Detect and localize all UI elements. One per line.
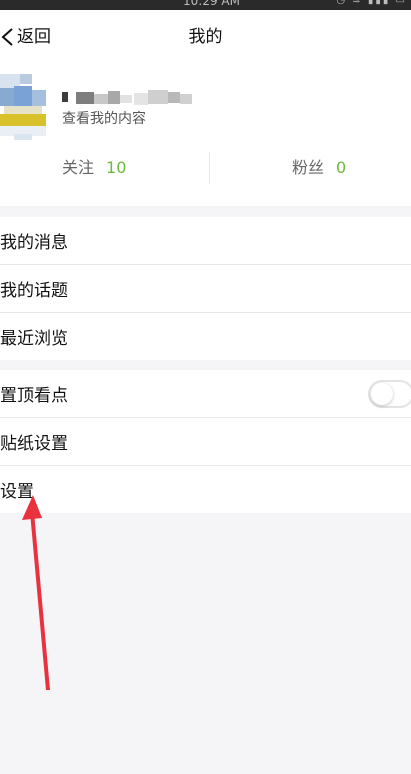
nav-bar: 返回 我的 <box>0 10 411 64</box>
wifi-icon: ≋ <box>352 0 363 6</box>
alarm-icon: ◔ <box>336 0 348 6</box>
status-bar: 10:29 AM ◔ ≋ ▮▮▮ ▭ <box>0 0 411 10</box>
follow-stat[interactable]: 关注 10 <box>62 158 126 178</box>
toggle-knob <box>371 383 393 405</box>
follow-label: 关注 <box>62 158 95 177</box>
pin-highlights-toggle[interactable] <box>368 380 411 408</box>
status-icons: ◔ ≋ ▮▮▮ ▭ <box>336 0 407 6</box>
menu-item-pin-highlights[interactable]: 置顶看点 <box>0 370 411 418</box>
avatar[interactable] <box>0 74 46 140</box>
profile-card[interactable]: 查看我的内容 关注 10 粉丝 0 <box>0 64 411 206</box>
menu-item-label: 设置 <box>0 482 34 502</box>
fans-stat[interactable]: 粉丝 0 <box>292 158 346 178</box>
battery-icon: ▭ <box>395 0 407 6</box>
menu-item-topics[interactable]: 我的话题 <box>0 265 411 313</box>
menu-item-sticker-settings[interactable]: 贴纸设置 <box>0 418 411 466</box>
username-redacted <box>62 90 192 105</box>
fans-count: 0 <box>336 158 347 177</box>
profile-subtitle: 查看我的内容 <box>62 111 146 127</box>
menu-item-label: 置顶看点 <box>0 386 68 406</box>
menu-item-messages[interactable]: 我的消息 <box>0 217 411 265</box>
stat-divider <box>209 152 210 184</box>
menu-item-label: 最近浏览 <box>0 329 68 349</box>
page-title: 我的 <box>188 27 223 47</box>
menu-item-label: 贴纸设置 <box>0 434 68 454</box>
menu-item-label: 我的话题 <box>0 281 68 301</box>
menu-item-label: 我的消息 <box>0 233 68 253</box>
menu-item-settings[interactable]: 设置 <box>0 466 411 513</box>
menu-group-settings: 置顶看点 贴纸设置 设置 <box>0 370 411 513</box>
signal-icon: ▮▮▮ <box>367 0 391 6</box>
fans-label: 粉丝 <box>292 158 325 177</box>
menu-group-primary: 我的消息 我的话题 最近浏览 <box>0 217 411 360</box>
status-time: 10:29 AM <box>183 0 240 8</box>
menu-item-recent[interactable]: 最近浏览 <box>0 313 411 360</box>
follow-count: 10 <box>106 158 127 177</box>
